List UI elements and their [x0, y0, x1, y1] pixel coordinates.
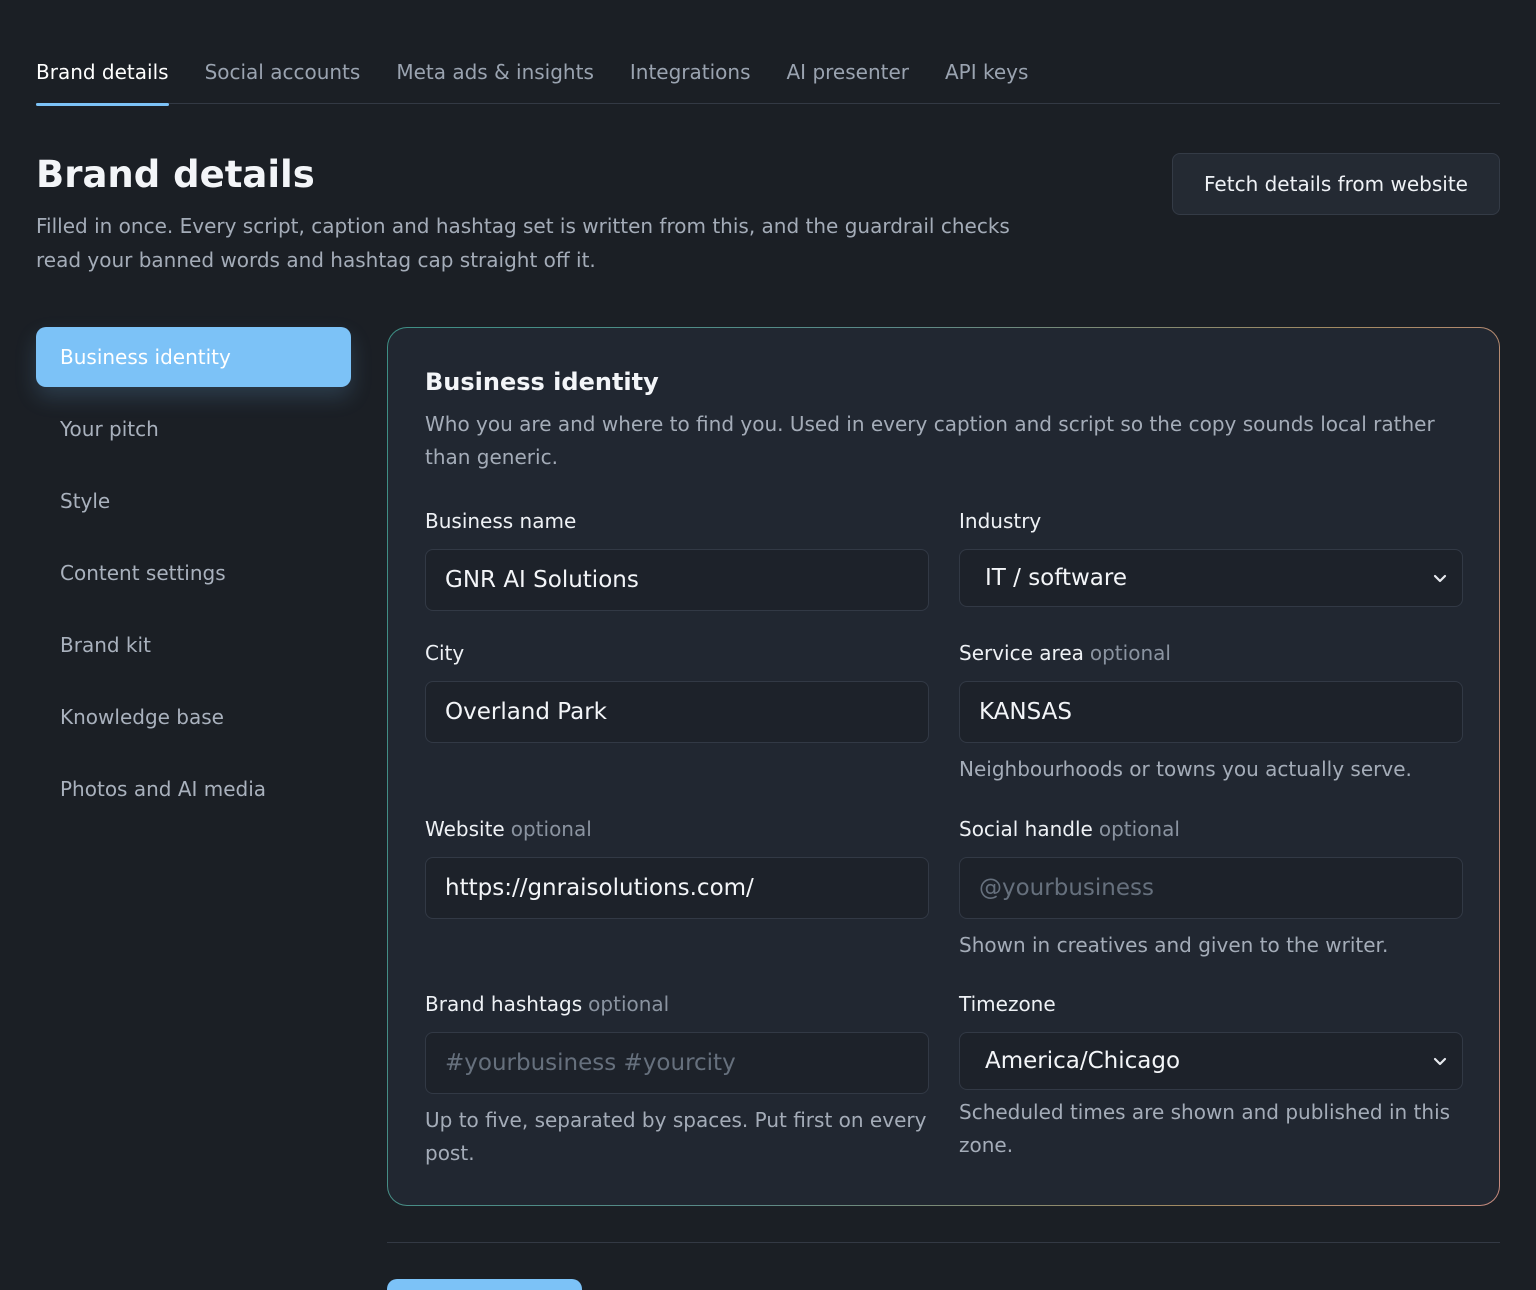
- website-label: Website optional: [425, 817, 592, 841]
- social-handle-label: Social handle optional: [959, 817, 1180, 841]
- social-handle-input[interactable]: @yourbusiness: [959, 857, 1463, 919]
- top-tab-bar: Brand details Social accounts Meta ads &…: [36, 44, 1500, 106]
- optional-tag: optional: [510, 817, 592, 841]
- service-area-field: Service area optional KANSAS Neighbourhoo…: [959, 641, 1463, 786]
- industry-selected-value: IT / software: [985, 565, 1127, 591]
- optional-tag: optional: [1089, 641, 1171, 665]
- timezone-field: Timezone America/Chicago Scheduled times…: [959, 992, 1463, 1162]
- tab-integrations[interactable]: Integrations: [630, 44, 751, 104]
- service-area-input[interactable]: KANSAS: [959, 681, 1463, 743]
- sidebar-item-your-pitch[interactable]: Your pitch: [36, 399, 351, 459]
- business-name-input[interactable]: GNR AI Solutions: [425, 549, 929, 611]
- page-title: Brand details: [36, 153, 315, 196]
- save-button[interactable]: [387, 1279, 582, 1290]
- timezone-select[interactable]: America/Chicago: [959, 1032, 1463, 1090]
- tab-meta-ads-insights[interactable]: Meta ads & insights: [396, 44, 594, 104]
- sidebar-item-content-settings[interactable]: Content settings: [36, 543, 351, 603]
- brand-hashtags-label: Brand hashtags optional: [425, 992, 670, 1016]
- chevron-down-icon: [1433, 1057, 1447, 1066]
- sidebar-item-business-identity[interactable]: Business identity: [36, 327, 351, 387]
- section-sidebar: Business identity Your pitch Style Conte…: [36, 327, 351, 831]
- brand-details-page: Brand details Social accounts Meta ads &…: [0, 0, 1536, 1290]
- industry-label: Industry: [959, 509, 1042, 533]
- social-handle-hint: Shown in creatives and given to the writ…: [959, 933, 1389, 957]
- footer-divider: [387, 1242, 1500, 1243]
- business-name-field: Business name GNR AI Solutions: [425, 509, 929, 611]
- chevron-down-icon: [1433, 574, 1447, 583]
- sidebar-item-photos-ai-media[interactable]: Photos and AI media: [36, 759, 351, 819]
- fetch-details-button[interactable]: Fetch details from website: [1172, 153, 1500, 215]
- tab-api-keys[interactable]: API keys: [945, 44, 1028, 104]
- timezone-hint: Scheduled times are shown and published …: [959, 1100, 1451, 1157]
- timezone-label: Timezone: [959, 992, 1056, 1016]
- sidebar-item-knowledge-base[interactable]: Knowledge base: [36, 687, 351, 747]
- city-label: City: [425, 641, 465, 665]
- sidebar-item-brand-kit[interactable]: Brand kit: [36, 615, 351, 675]
- card-body: Business identity Who you are and where …: [388, 328, 1499, 1205]
- city-field: City Overland Park: [425, 641, 929, 743]
- brand-hashtags-input[interactable]: #yourbusiness #yourcity: [425, 1032, 929, 1094]
- card-title: Business identity: [425, 368, 659, 396]
- industry-select[interactable]: IT / software: [959, 549, 1463, 607]
- brand-hashtags-hint: Up to five, separated by spaces. Put fir…: [425, 1108, 927, 1165]
- service-area-label: Service area optional: [959, 641, 1171, 665]
- business-name-label: Business name: [425, 509, 577, 533]
- website-input[interactable]: https://gnraisolutions.com/: [425, 857, 929, 919]
- sidebar-item-style[interactable]: Style: [36, 471, 351, 531]
- city-input[interactable]: Overland Park: [425, 681, 929, 743]
- industry-field: Industry IT / software: [959, 509, 1463, 607]
- optional-tag: optional: [1098, 817, 1180, 841]
- card-description: Who you are and where to find you. Used …: [425, 412, 1435, 469]
- tab-brand-details[interactable]: Brand details: [36, 44, 169, 106]
- tab-ai-presenter[interactable]: AI presenter: [787, 44, 910, 104]
- service-area-hint: Neighbourhoods or towns you actually ser…: [959, 757, 1412, 781]
- optional-tag: optional: [588, 992, 670, 1016]
- social-handle-field: Social handle optional @yourbusiness Show…: [959, 817, 1463, 962]
- tab-social-accounts[interactable]: Social accounts: [205, 44, 361, 104]
- timezone-selected-value: America/Chicago: [985, 1048, 1181, 1074]
- website-field: Website optional https://gnraisolutions.c…: [425, 817, 929, 919]
- business-identity-card: Business identity Who you are and where …: [387, 327, 1500, 1206]
- brand-hashtags-field: Brand hashtags optional #yourbusiness #yo…: [425, 992, 929, 1170]
- page-description: Filled in once. Every script, caption an…: [36, 214, 1010, 272]
